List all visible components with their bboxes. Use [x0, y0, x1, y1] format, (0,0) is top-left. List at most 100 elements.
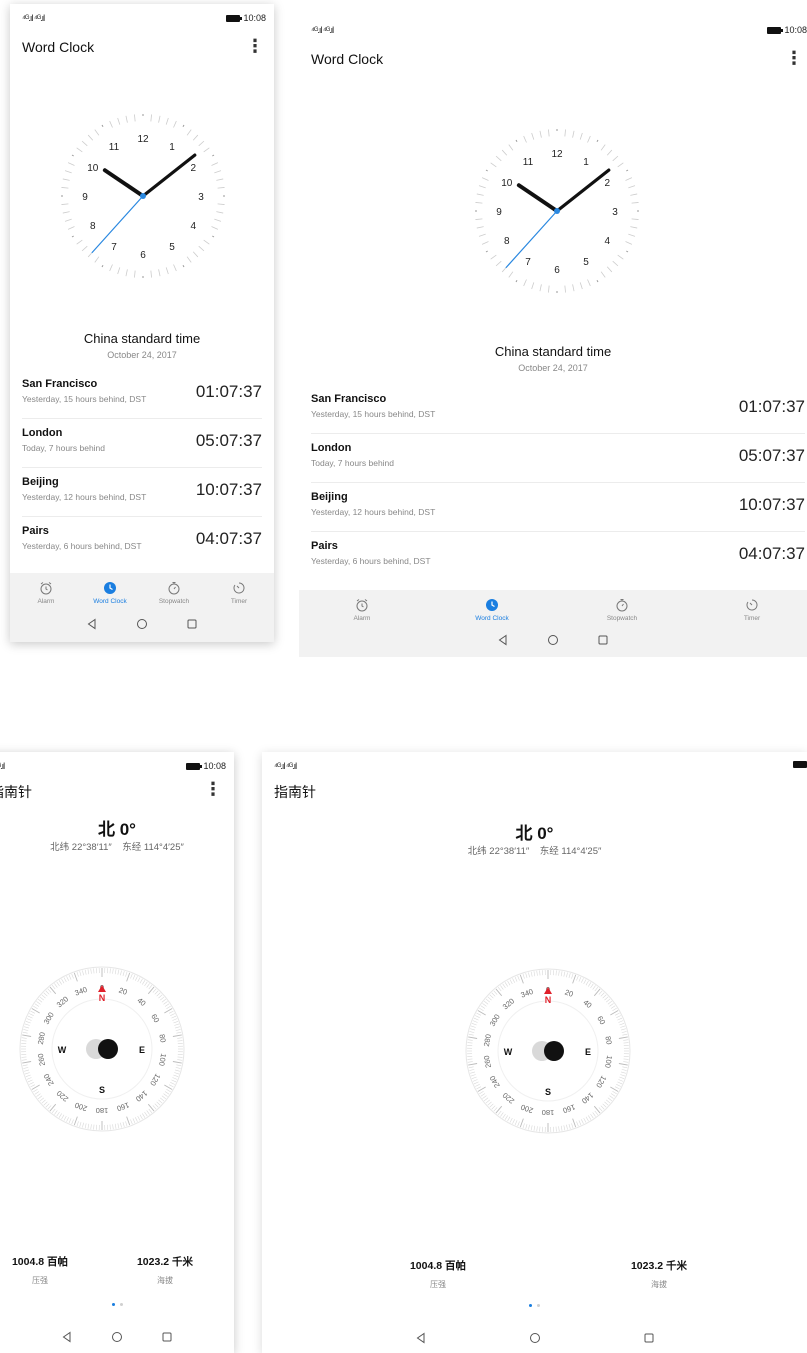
timezone-date: October 24, 2017 — [107, 350, 177, 360]
city-offset-desc: Today, 7 hours behind — [22, 443, 106, 453]
city-offset-desc: Yesterday, 12 hours behind, DST — [311, 507, 436, 517]
compass-screen-phone: ⁴ᴳ.ıl ⁴ᴳ.ıl 10:08 指南针 ⋮ 北 0° 北纬 22°38′11… — [0, 752, 234, 1353]
city-offset-desc: Yesterday, 15 hours behind, DST — [22, 394, 147, 404]
more-vert-icon[interactable]: ⋮ — [785, 49, 803, 67]
clock-number: 6 — [554, 265, 560, 276]
clock-tick — [61, 187, 69, 189]
clock-tick — [612, 155, 619, 162]
system-nav — [299, 633, 807, 647]
alarm-icon — [356, 599, 368, 612]
clock-tick — [134, 270, 136, 278]
stopwatch-icon — [616, 599, 628, 612]
clock-number: 12 — [551, 149, 563, 160]
tab-alarm[interactable]: Alarm — [332, 598, 392, 622]
tab-stopwatch[interactable]: Stopwatch — [592, 598, 652, 622]
home-icon[interactable] — [528, 1331, 542, 1345]
timezone-date: October 24, 2017 — [518, 363, 588, 373]
city-row[interactable]: Pairs Yesterday, 6 hours behind, DST 04:07… — [311, 540, 805, 581]
recents-icon[interactable] — [185, 617, 199, 631]
tab-word-clock[interactable]: Word Clock — [80, 581, 140, 605]
tab-timer[interactable]: Timer — [209, 581, 269, 605]
clock-number: 11 — [523, 157, 534, 168]
tab-timer[interactable]: Timer — [722, 598, 782, 622]
clock-tick — [579, 132, 583, 140]
clock-number: 7 — [111, 242, 117, 253]
tab-stopwatch[interactable]: Stopwatch — [144, 581, 204, 605]
tab-alarm[interactable]: Alarm — [16, 581, 76, 605]
home-icon[interactable] — [546, 633, 560, 647]
page-dot[interactable] — [119, 1303, 123, 1306]
clock-tick — [71, 154, 74, 157]
city-row[interactable]: Beijing Yesterday, 12 hours behind, DST 10… — [22, 476, 262, 517]
city-name: London — [311, 442, 352, 454]
clock-tick — [64, 170, 72, 174]
city-row[interactable]: Beijing Yesterday, 12 hours behind, DST 10… — [311, 491, 805, 532]
clock-tick — [158, 269, 161, 277]
clock-tick — [495, 155, 502, 162]
clock-tick — [617, 254, 624, 260]
city-row[interactable]: San Francisco Yesterday, 15 hours behind,… — [311, 393, 805, 434]
city-row[interactable]: London Today, 7 hours behind 05:07:37 — [311, 442, 805, 483]
clock-tick — [481, 241, 489, 245]
tab-word-clock[interactable]: Word Clock — [462, 598, 522, 622]
clock-tick — [501, 149, 508, 156]
clock-screen-tablet: ⁴ᴳ.ıl ⁴ᴳ.ıl 10:08 Word Clock ⋮ 12 1 2 3 4 5 6 7… — [299, 16, 807, 657]
city-offset-desc: Yesterday, 6 hours behind, DST — [311, 556, 431, 566]
clock-tick — [64, 218, 72, 222]
tab-label: Stopwatch — [606, 615, 638, 622]
recents-icon[interactable] — [160, 1330, 174, 1344]
clock-tick — [476, 226, 484, 229]
clock-number: 8 — [504, 236, 510, 247]
clock-tick — [572, 284, 575, 292]
signal-icon: ⁴ᴳ.ıl ⁴ᴳ.ıl — [274, 761, 297, 771]
clock-tick — [94, 129, 100, 136]
clock-tick — [478, 185, 486, 189]
city-time: 05:07:37 — [738, 446, 805, 465]
home-icon[interactable] — [135, 617, 149, 631]
compass-dial: 0204060801001201401601802002202402602803… — [19, 966, 185, 1132]
clock-tick — [87, 134, 94, 141]
home-icon[interactable] — [110, 1330, 124, 1344]
page-dot[interactable] — [111, 1303, 115, 1306]
clock-tick — [478, 233, 486, 237]
back-icon[interactable] — [60, 1330, 74, 1344]
clock-tick — [548, 129, 550, 137]
more-vert-icon[interactable]: ⋮ — [246, 37, 264, 55]
clock-number: 4 — [604, 236, 610, 247]
clock-tick — [579, 282, 583, 290]
clock-tick — [198, 140, 205, 147]
clock-tick — [125, 115, 128, 123]
clock-tick — [211, 162, 219, 166]
back-icon[interactable] — [85, 617, 99, 631]
city-row[interactable]: London Today, 7 hours behind 05:07:37 — [22, 427, 262, 468]
page-indicator — [0, 1303, 234, 1306]
clock-tick — [186, 129, 192, 136]
cardinal-w: W — [58, 1045, 67, 1055]
app-title: 指南针 — [0, 784, 32, 800]
clock-tick — [485, 169, 488, 172]
back-icon[interactable] — [414, 1331, 428, 1345]
clock-number: 2 — [604, 178, 610, 189]
clock-tick — [485, 250, 488, 253]
clock-tick — [539, 130, 542, 138]
city-row[interactable]: Pairs Yesterday, 6 hours behind, DST 04:07… — [22, 525, 262, 566]
system-nav — [0, 1330, 234, 1344]
status-bar: ⁴ᴳ.ıl ⁴ᴳ.ıl 10:08 — [299, 16, 807, 44]
clock-tick — [67, 226, 75, 230]
clock-tick — [628, 185, 636, 189]
status-time: 10:08 — [784, 25, 807, 35]
recents-icon[interactable] — [596, 633, 610, 647]
page-dot[interactable] — [529, 1304, 532, 1307]
recents-icon[interactable] — [642, 1331, 656, 1345]
second-hand — [91, 195, 144, 254]
hour-hand — [102, 168, 145, 198]
level-bubble-icon — [544, 1041, 564, 1061]
city-row[interactable]: San Francisco Yesterday, 15 hours behind,… — [22, 378, 262, 419]
city-time: 01:07:37 — [195, 382, 262, 401]
analog-clock: 121234567891011 — [475, 129, 639, 293]
city-time: 01:07:37 — [738, 397, 805, 416]
status-time: 10:08 — [243, 13, 266, 23]
back-icon[interactable] — [496, 633, 510, 647]
more-vert-icon[interactable]: ⋮ — [204, 780, 222, 798]
page-dot[interactable] — [537, 1304, 540, 1307]
